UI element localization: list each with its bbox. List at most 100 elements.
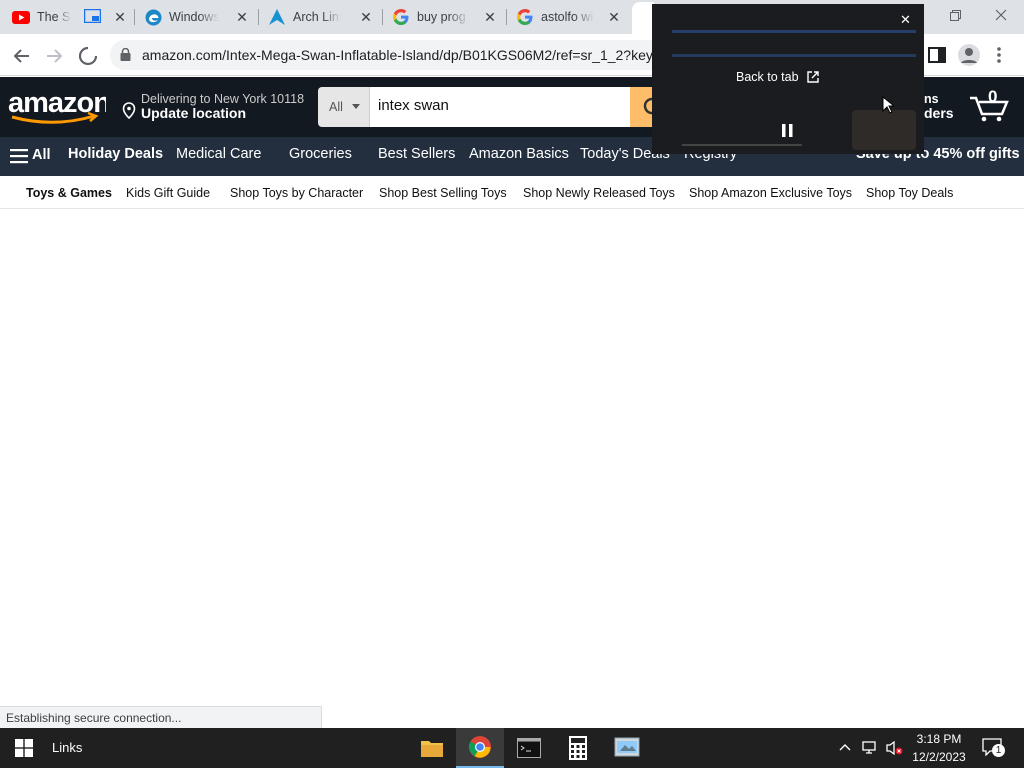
calculator-icon: [569, 736, 587, 760]
arrow-left-icon: [13, 49, 29, 63]
close-tab-icon[interactable]: ✕: [606, 9, 622, 25]
arch-linux-icon: [268, 8, 286, 26]
tab-separator: [382, 9, 383, 25]
subnav-newly-released-toys[interactable]: Shop Newly Released Toys: [523, 186, 675, 200]
open-in-new-icon: [806, 71, 819, 83]
spinner-icon: [78, 46, 98, 66]
video-frame-stripe: [672, 54, 916, 57]
network-icon[interactable]: [862, 740, 880, 761]
picture-in-picture-window[interactable]: ✕ Back to tab: [652, 4, 924, 154]
side-panel-button[interactable]: [928, 46, 946, 69]
folder-icon: [421, 741, 443, 757]
taskbar-chrome[interactable]: [456, 728, 504, 768]
tab-title: buy prog: [417, 10, 466, 24]
tab-youtube[interactable]: The Sp ✕: [12, 0, 136, 34]
tab-google-search-2[interactable]: astolfo wi ✕: [516, 0, 630, 34]
arrow-right-icon: [47, 49, 63, 63]
profile-button[interactable]: [958, 44, 980, 66]
returns-label[interactable]: ns: [924, 92, 939, 106]
tab-google-search-1[interactable]: buy prog ✕: [392, 0, 506, 34]
close-pip-icon[interactable]: ✕: [900, 12, 911, 28]
nav-amazon-basics[interactable]: Amazon Basics: [469, 146, 569, 162]
restore-icon: [949, 9, 961, 21]
search-button[interactable]: [630, 87, 654, 127]
close-tab-icon[interactable]: ✕: [112, 9, 128, 25]
back-to-tab-button[interactable]: Back to tab: [736, 70, 819, 84]
taskbar-calculator[interactable]: [554, 728, 602, 768]
chevron-up-icon: [839, 744, 851, 751]
pause-icon: [782, 124, 793, 137]
caret-down-icon: [352, 104, 360, 109]
close-icon: [995, 9, 1007, 21]
cart-button[interactable]: 0: [968, 86, 1014, 126]
delivery-line-1[interactable]: Delivering to New York 10118: [141, 92, 304, 106]
back-button[interactable]: [10, 44, 34, 68]
loading-spinner[interactable]: [76, 44, 100, 68]
subnav-toy-deals[interactable]: Shop Toy Deals: [866, 186, 953, 200]
subnav-kids-gift-guide[interactable]: Kids Gift Guide: [126, 186, 210, 200]
active-tab-edge[interactable]: [632, 2, 654, 34]
update-location-link[interactable]: Update location: [141, 105, 246, 121]
search-input-value: intex swan: [378, 97, 449, 114]
nav-groceries[interactable]: Groceries: [289, 146, 352, 162]
clock-time[interactable]: 3:18 PM: [912, 732, 966, 746]
forward-button[interactable]: [42, 44, 66, 68]
side-panel-icon: [928, 47, 946, 63]
clock-date[interactable]: 12/2/2023: [910, 750, 968, 764]
tab-arch-linux[interactable]: Arch Linux ✕: [268, 0, 382, 34]
restore-window-button[interactable]: [932, 0, 978, 30]
amazon-logo[interactable]: amazon: [8, 87, 111, 131]
orders-label[interactable]: ders: [924, 105, 954, 121]
youtube-icon: [12, 8, 30, 26]
tab-title: Arch Linux: [293, 10, 341, 24]
tab-separator: [134, 9, 135, 25]
close-window-button[interactable]: [978, 0, 1024, 30]
taskbar-file-explorer[interactable]: [408, 728, 456, 768]
subnav-best-selling-toys[interactable]: Shop Best Selling Toys: [379, 186, 507, 200]
taskbar-terminal[interactable]: [505, 728, 553, 768]
taskbar-app[interactable]: [603, 728, 651, 768]
search-input[interactable]: intex swan: [370, 87, 632, 127]
subnav-toys-games[interactable]: Toys & Games: [26, 186, 112, 200]
nav-all-menu[interactable]: All: [32, 147, 51, 163]
nav-best-sellers[interactable]: Best Sellers: [378, 146, 455, 162]
hamburger-icon[interactable]: [10, 148, 30, 169]
tab-title: astolfo wi: [541, 10, 594, 24]
location-pin-icon: [122, 102, 136, 124]
lock-icon[interactable]: [120, 47, 131, 66]
video-frame-stripe: [672, 30, 916, 33]
search-category-label: All: [329, 100, 343, 114]
nav-holiday-deals[interactable]: Holiday Deals: [68, 146, 163, 162]
profile-icon: [961, 48, 977, 63]
windows-logo-icon: [15, 739, 33, 757]
status-bubble: Establishing secure connection...: [0, 706, 322, 728]
search-category-select[interactable]: All: [318, 87, 370, 127]
chrome-icon: [469, 736, 491, 758]
google-icon: [516, 8, 534, 26]
subnav-amazon-exclusive-toys[interactable]: Shop Amazon Exclusive Toys: [689, 186, 852, 200]
show-hidden-icons-button[interactable]: [838, 741, 852, 760]
notification-center-button[interactable]: 1: [982, 738, 1005, 758]
cart-count: 0: [988, 87, 998, 106]
volume-muted-icon[interactable]: [886, 740, 904, 761]
subnav-shop-by-character[interactable]: Shop Toys by Character: [230, 186, 363, 200]
control-panel-icon: [614, 737, 640, 757]
links-toolbar[interactable]: Links: [52, 740, 82, 755]
tab-windows[interactable]: Windows ✕: [144, 0, 258, 34]
tab-separator: [258, 9, 259, 25]
video-progress-track: [682, 144, 802, 146]
google-icon: [392, 8, 410, 26]
close-tab-icon[interactable]: ✕: [358, 9, 374, 25]
terminal-icon: [517, 738, 541, 758]
start-button[interactable]: [0, 728, 48, 768]
nav-medical-care[interactable]: Medical Care: [176, 146, 261, 162]
close-tab-icon[interactable]: ✕: [234, 9, 250, 25]
menu-button[interactable]: [996, 46, 1002, 69]
tab-separator: [506, 9, 507, 25]
picture-in-picture-icon: [83, 8, 102, 26]
kebab-menu-icon: [997, 47, 1001, 63]
url-text[interactable]: amazon.com/Intex-Mega-Swan-Inflatable-Is…: [142, 47, 663, 63]
back-to-tab-label: Back to tab: [736, 70, 799, 84]
close-tab-icon[interactable]: ✕: [482, 9, 498, 25]
pause-button[interactable]: [782, 124, 793, 142]
